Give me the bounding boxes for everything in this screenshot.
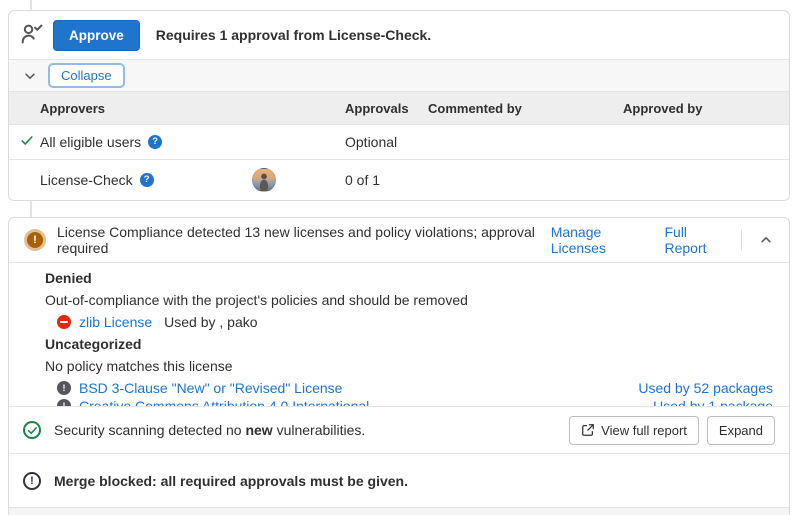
user-approval-icon bbox=[21, 23, 43, 48]
used-by-link[interactable]: Used by 1 package bbox=[653, 398, 773, 406]
uncategorized-section-title: Uncategorized bbox=[45, 334, 141, 354]
full-report-link[interactable]: Full Report bbox=[664, 224, 726, 256]
chevron-down-icon[interactable] bbox=[21, 67, 39, 85]
avatar[interactable] bbox=[252, 168, 276, 192]
collapse-row: Collapse bbox=[9, 60, 789, 92]
approve-row: Approve Requires 1 approval from License… bbox=[9, 11, 789, 60]
header-approvals: Approvals bbox=[345, 101, 409, 116]
view-full-report-label: View full report bbox=[601, 423, 687, 438]
approvers-table-header: Approvers Approvals Commented by Approve… bbox=[9, 92, 789, 125]
next-section-strip bbox=[9, 507, 789, 515]
header-commented-by: Commented by bbox=[428, 101, 522, 116]
merge-blocked-message: Merge blocked: all required approvals mu… bbox=[54, 473, 408, 489]
license-compliance-header: ! License Compliance detected 13 new lic… bbox=[9, 218, 789, 262]
approvals-panel: Approve Requires 1 approval from License… bbox=[8, 10, 790, 201]
approver-name: License-Check bbox=[40, 172, 133, 188]
used-by-text: Used by , pako bbox=[164, 314, 257, 330]
table-row: All eligible users ? Optional bbox=[9, 125, 789, 160]
used-by-link-wrap: Used by 1 package bbox=[653, 396, 773, 406]
vertical-divider bbox=[741, 230, 742, 250]
security-message-bold: new bbox=[245, 422, 272, 438]
security-scanning-message: Security scanning detected no new vulner… bbox=[54, 422, 365, 438]
discussion-timeline-line bbox=[30, 0, 32, 10]
approvals-count: Optional bbox=[345, 134, 397, 150]
header-approvers: Approvers bbox=[40, 101, 105, 116]
list-item: zlib License Used by , pako bbox=[57, 312, 258, 332]
alert-circle-icon: ! bbox=[23, 472, 41, 490]
license-report-body: Denied Out-of-compliance with the projec… bbox=[9, 262, 789, 406]
expand-label: Expand bbox=[719, 423, 763, 438]
security-message-prefix: Security scanning detected no bbox=[54, 422, 245, 438]
info-icon: ! bbox=[57, 399, 71, 406]
used-by-link[interactable]: Used by 52 packages bbox=[638, 380, 773, 396]
license-link[interactable]: BSD 3-Clause "New" or "Revised" License bbox=[79, 380, 342, 396]
approval-requirement-text: Requires 1 approval from License-Check. bbox=[156, 27, 431, 43]
discussion-timeline-line bbox=[30, 201, 32, 217]
reports-panel: ! License Compliance detected 13 new lic… bbox=[8, 217, 790, 515]
approve-button[interactable]: Approve bbox=[53, 20, 140, 51]
security-message-suffix: vulnerabilities. bbox=[273, 422, 366, 438]
success-check-icon bbox=[23, 421, 41, 439]
chevron-up-icon[interactable] bbox=[757, 231, 775, 249]
view-full-report-button[interactable]: View full report bbox=[569, 416, 699, 445]
external-link-icon bbox=[581, 423, 595, 437]
uncategorized-section-description: No policy matches this license bbox=[45, 356, 233, 376]
license-link[interactable]: zlib License bbox=[79, 314, 152, 330]
info-icon: ! bbox=[57, 381, 71, 395]
collapse-button[interactable]: Collapse bbox=[48, 63, 125, 88]
security-scanning-row: Security scanning detected no new vulner… bbox=[9, 406, 789, 453]
warning-icon: ! bbox=[27, 232, 43, 248]
list-item: ! Creative Commons Attribution 4.0 Inter… bbox=[57, 396, 369, 406]
merge-request-widget: Approve Requires 1 approval from License… bbox=[0, 0, 798, 515]
help-icon[interactable]: ? bbox=[140, 173, 154, 187]
approver-name: All eligible users bbox=[40, 134, 141, 150]
denied-icon bbox=[57, 315, 71, 329]
merge-blocked-row: ! Merge blocked: all required approvals … bbox=[9, 453, 789, 507]
denied-section-description: Out-of-compliance with the project's pol… bbox=[45, 290, 468, 310]
license-link[interactable]: Creative Commons Attribution 4.0 Interna… bbox=[79, 398, 369, 406]
help-icon[interactable]: ? bbox=[148, 135, 162, 149]
used-by-link-wrap: Used by 52 packages bbox=[638, 378, 773, 398]
table-row: License-Check ? 0 of 1 bbox=[9, 160, 789, 199]
manage-licenses-link[interactable]: Manage Licenses bbox=[551, 224, 650, 256]
denied-section-title: Denied bbox=[45, 268, 92, 288]
check-icon bbox=[20, 134, 34, 151]
list-item: ! BSD 3-Clause "New" or "Revised" Licens… bbox=[57, 378, 342, 398]
approvals-count: 0 of 1 bbox=[345, 172, 380, 188]
expand-button[interactable]: Expand bbox=[707, 416, 775, 445]
license-compliance-summary: License Compliance detected 13 new licen… bbox=[57, 224, 551, 256]
header-approved-by: Approved by bbox=[623, 101, 702, 116]
